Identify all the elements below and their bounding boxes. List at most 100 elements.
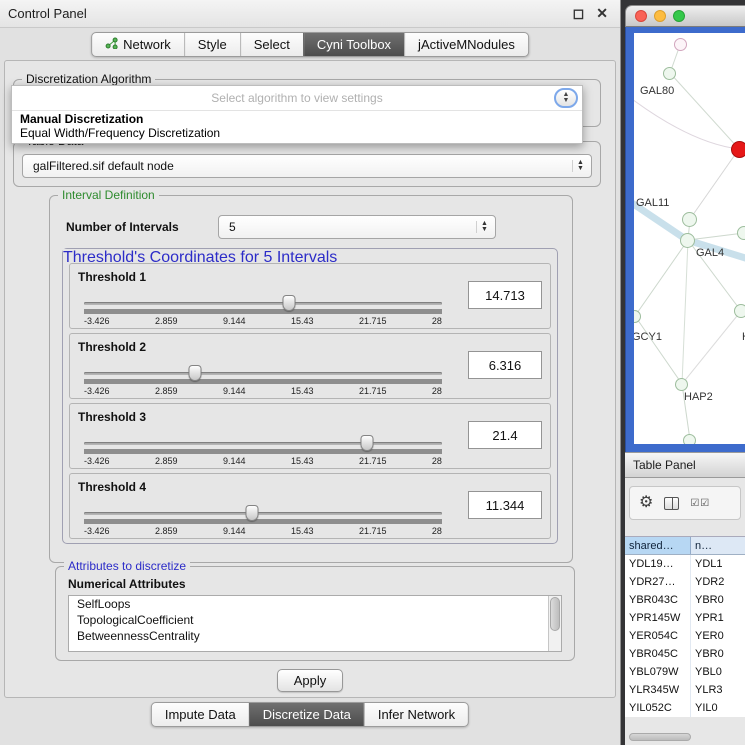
- option-manual-discretization[interactable]: Manual Discretization: [12, 112, 582, 126]
- threshold-2-value-field[interactable]: 6.316: [468, 351, 542, 379]
- tab-style[interactable]: Style: [184, 33, 240, 56]
- table-row[interactable]: YIL052C YIL0: [625, 699, 745, 717]
- slider-scale: -3.4262.8599.14415.4321.71528: [84, 526, 442, 536]
- option-equal-width-frequency[interactable]: Equal Width/Frequency Discretization: [12, 126, 582, 140]
- threshold-3-value-field[interactable]: 21.4: [468, 421, 542, 449]
- combobox-stepper[interactable]: ▲ ▼: [554, 88, 578, 108]
- slider-thumb[interactable]: [282, 295, 295, 311]
- tab-discretize-data[interactable]: Discretize Data: [249, 703, 364, 726]
- slider-thumb[interactable]: [245, 505, 258, 521]
- table-data-combobox[interactable]: galFiltered.sif default node ▲ ▼: [22, 154, 592, 178]
- slider-track[interactable]: [84, 302, 442, 305]
- combobox-stepper[interactable]: ▲ ▼: [476, 221, 492, 233]
- network-node-selected[interactable]: [731, 141, 745, 158]
- network-node[interactable]: [675, 378, 688, 391]
- list-scrollbar[interactable]: [548, 596, 561, 651]
- table-row[interactable]: YER054C YER0: [625, 627, 745, 645]
- minimize-traffic-light[interactable]: [654, 10, 666, 22]
- threshold-1-value-field[interactable]: 14.713: [468, 281, 542, 309]
- numerical-attributes-label: Numerical Attributes: [68, 577, 186, 591]
- tab-network[interactable]: Network: [92, 33, 184, 56]
- tab-label: Impute Data: [165, 707, 236, 722]
- chevron-down-icon: ▼: [563, 98, 570, 104]
- combobox-stepper[interactable]: ▲ ▼: [572, 160, 588, 172]
- group-label: Discretization Algorithm: [22, 72, 155, 86]
- table-row[interactable]: YBR043C YBR0: [625, 591, 745, 609]
- tab-cyni-toolbox[interactable]: Cyni Toolbox: [303, 33, 404, 56]
- tab-impute-data[interactable]: Impute Data: [152, 703, 249, 726]
- table-row[interactable]: YDL19… YDL1: [625, 555, 745, 573]
- network-node[interactable]: [682, 212, 697, 227]
- node-label: GAL4: [696, 247, 724, 259]
- number-of-intervals-label: Number of Intervals: [66, 220, 179, 234]
- network-node[interactable]: [737, 226, 745, 240]
- tab-infer-network[interactable]: Infer Network: [364, 703, 468, 726]
- threshold-4-panel: Threshold 4 -3.4262.8599.14415.4321.7152…: [69, 473, 551, 539]
- close-icon[interactable]: ✕: [596, 5, 608, 22]
- number-of-intervals-combobox[interactable]: 5 ▲ ▼: [218, 215, 496, 239]
- tab-jactivemnodules[interactable]: jActiveMNodules: [404, 33, 528, 56]
- horizontal-scrollbar[interactable]: [629, 733, 691, 741]
- network-node[interactable]: [734, 304, 745, 318]
- tab-label: Infer Network: [378, 707, 455, 722]
- list-item[interactable]: BetweennessCentrality: [69, 628, 561, 644]
- apply-button[interactable]: Apply: [277, 669, 343, 692]
- slider-scale: -3.4262.8599.14415.4321.71528: [84, 386, 442, 396]
- network-node[interactable]: [674, 38, 687, 51]
- slider-ticks: [84, 519, 442, 524]
- network-node[interactable]: [683, 434, 696, 444]
- threshold-4-slider[interactable]: -3.4262.8599.14415.4321.71528: [84, 512, 442, 536]
- table-panel: Table Panel ⚙ ☑☑ shared… n… YDL19… YDL1 …: [625, 452, 745, 745]
- combobox-placeholder: Select algorithm to view settings: [211, 91, 382, 105]
- node-label: GCY1: [634, 331, 662, 343]
- float-icon[interactable]: ◻: [573, 5, 585, 22]
- attributes-list[interactable]: SelfLoops TopologicalCoefficient Between…: [68, 595, 562, 652]
- table-column-headers: shared… n…: [625, 536, 745, 555]
- panel-title: Control Panel: [8, 6, 87, 21]
- threshold-4-value-field[interactable]: 11.344: [468, 491, 542, 519]
- network-node[interactable]: [680, 233, 695, 248]
- zoom-traffic-light[interactable]: [673, 10, 685, 22]
- table-row[interactable]: YBL079W YBL0: [625, 663, 745, 681]
- tab-label: jActiveMNodules: [418, 37, 515, 52]
- list-item[interactable]: SelfLoops: [69, 596, 561, 612]
- close-traffic-light[interactable]: [635, 10, 647, 22]
- table-row[interactable]: YDR27… YDR2: [625, 573, 745, 591]
- interval-definition-group: Interval Definition Number of Intervals …: [49, 195, 573, 563]
- slider-scale: -3.4262.8599.14415.4321.71528: [84, 456, 442, 466]
- algorithm-options-list: Manual Discretization Equal Width/Freque…: [12, 110, 582, 143]
- threshold-1-slider[interactable]: -3.4262.8599.14415.4321.71528: [84, 302, 442, 326]
- list-item[interactable]: TopologicalCoefficient: [69, 612, 561, 628]
- scrollbar-thumb[interactable]: [550, 597, 560, 631]
- control-panel: Control Panel ◻ ✕ Network Style Select: [0, 0, 621, 745]
- slider-track[interactable]: [84, 512, 442, 515]
- algorithm-combobox[interactable]: Select algorithm to view settings ▲ ▼: [12, 86, 582, 110]
- slider-track[interactable]: [84, 372, 442, 375]
- gear-icon[interactable]: ⚙: [639, 495, 653, 511]
- attributes-group: Attributes to discretize Numerical Attri…: [55, 566, 575, 661]
- slider-track[interactable]: [84, 442, 442, 445]
- chevron-down-icon: ▼: [577, 166, 584, 172]
- table-toolbar: ⚙ ☑☑: [629, 486, 741, 520]
- tab-label: Style: [198, 37, 227, 52]
- slider-ticks: [84, 309, 442, 314]
- network-canvas[interactable]: GAL80 GAL11 GAL4 GCY1 H HAP2: [634, 33, 745, 444]
- tab-label: Network: [123, 37, 171, 52]
- column-header-shared-name[interactable]: shared…: [625, 537, 691, 554]
- threshold-2-slider[interactable]: -3.4262.8599.14415.4321.71528: [84, 372, 442, 396]
- table-row[interactable]: YLR345W YLR3: [625, 681, 745, 699]
- network-view-window: GAL80 GAL11 GAL4 GCY1 H HAP2: [625, 5, 745, 452]
- threshold-3-slider[interactable]: -3.4262.8599.14415.4321.71528: [84, 442, 442, 466]
- table-row[interactable]: YBR045C YBR0: [625, 645, 745, 663]
- tab-select[interactable]: Select: [240, 33, 303, 56]
- slider-thumb[interactable]: [360, 435, 373, 451]
- tab-label: Cyni Toolbox: [317, 37, 391, 52]
- network-window-titlebar[interactable]: [625, 5, 745, 27]
- checkboxes-icon[interactable]: ☑☑: [690, 498, 710, 509]
- table-row[interactable]: YPR145W YPR1: [625, 609, 745, 627]
- network-node[interactable]: [663, 67, 676, 80]
- threshold-label: Threshold 3: [78, 410, 146, 424]
- columns-icon[interactable]: [664, 497, 679, 510]
- column-header-name[interactable]: n…: [691, 537, 745, 554]
- slider-thumb[interactable]: [188, 365, 201, 381]
